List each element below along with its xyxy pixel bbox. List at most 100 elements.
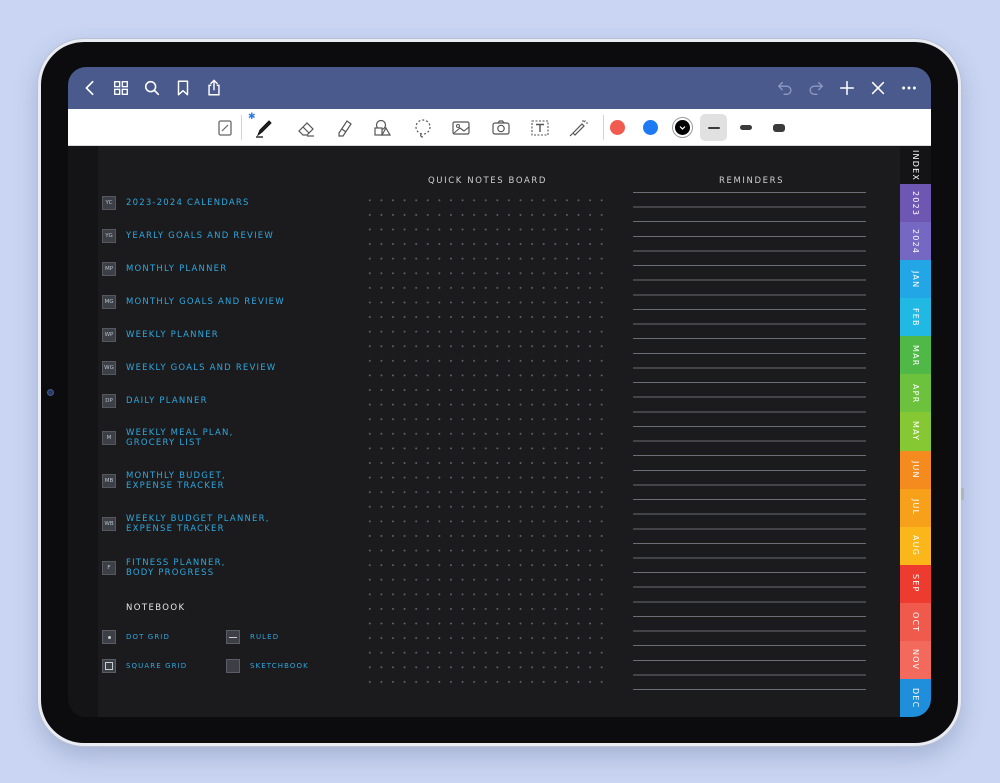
nav-label-line: EXPENSE TRACKER bbox=[126, 524, 225, 534]
nav-label: WEEKLY GOALS AND REVIEW bbox=[126, 363, 276, 373]
notebook-sketchbook-option[interactable]: SKETCHBOOK bbox=[226, 659, 309, 673]
nav-item-mg[interactable]: MG MONTHLY GOALS AND REVIEW bbox=[102, 295, 285, 309]
side-tabs: INDEX 2023 2024 JAN FEB MAR APR MAY JUN JUL AUG SEP… bbox=[900, 146, 931, 717]
nav-label-line: GROCERY LIST bbox=[126, 438, 202, 448]
nav-item-yc[interactable]: YC 2023-2024 CALENDARS bbox=[102, 196, 250, 210]
nav-label-line: YEARLY GOALS AND REVIEW bbox=[126, 231, 274, 241]
more-icon[interactable] bbox=[898, 77, 920, 99]
tab-label: JUL bbox=[911, 499, 920, 516]
nav-label-line: WEEKLY MEAL PLAN, bbox=[126, 428, 234, 438]
sketchbook-icon bbox=[226, 659, 240, 673]
nav-item-wb[interactable]: WB WEEKLY BUDGET PLANNER, EXPENSE TRACKER bbox=[102, 514, 270, 534]
nav-item-dp[interactable]: DP DAILY PLANNER bbox=[102, 394, 208, 408]
quick-notes-board-title: QUICK NOTES BOARD bbox=[428, 176, 548, 186]
nav-badge: MB bbox=[102, 474, 116, 488]
nav-label: YEARLY GOALS AND REVIEW bbox=[126, 231, 274, 241]
tab-2023[interactable]: 2023 bbox=[900, 184, 931, 223]
nav-item-mb[interactable]: MB MONTHLY BUDGET, EXPENSE TRACKER bbox=[102, 471, 226, 491]
reminders-lined-area[interactable] bbox=[633, 192, 866, 692]
stroke-thin-option[interactable] bbox=[700, 114, 727, 141]
tab-nov[interactable]: NOV bbox=[900, 640, 931, 679]
stroke-medium-option[interactable] bbox=[732, 114, 759, 141]
camera-icon[interactable] bbox=[489, 116, 513, 140]
nav-label-line: 2023-2024 CALENDARS bbox=[126, 198, 250, 208]
tab-oct[interactable]: OCT bbox=[900, 602, 931, 641]
laser-pointer-icon[interactable] bbox=[566, 116, 590, 140]
nav-label-line: DAILY PLANNER bbox=[126, 396, 208, 406]
nav-item-wp[interactable]: WP WEEKLY PLANNER bbox=[102, 328, 219, 342]
quick-notes-dot-grid[interactable] bbox=[364, 193, 604, 691]
shapes-icon[interactable] bbox=[370, 116, 394, 140]
tab-2024[interactable]: 2024 bbox=[900, 222, 931, 261]
ruled-icon bbox=[226, 630, 240, 644]
nav-label: WEEKLY PLANNER bbox=[126, 330, 219, 340]
nav-label: MONTHLY GOALS AND REVIEW bbox=[126, 297, 285, 307]
nav-badge: WB bbox=[102, 517, 116, 531]
tab-index[interactable]: INDEX bbox=[900, 146, 931, 185]
tab-mar[interactable]: MAR bbox=[900, 336, 931, 375]
plus-icon[interactable] bbox=[836, 77, 858, 99]
notebook-dot-grid-option[interactable]: DOT GRID bbox=[102, 630, 170, 644]
tab-jun[interactable]: JUN bbox=[900, 450, 931, 489]
notebook-option-label: SKETCHBOOK bbox=[250, 662, 309, 670]
tab-jul[interactable]: JUL bbox=[900, 488, 931, 527]
tab-label: INDEX bbox=[911, 149, 920, 181]
pen-icon[interactable] bbox=[252, 116, 276, 140]
undo-icon[interactable] bbox=[774, 77, 796, 99]
nav-label-line: WEEKLY GOALS AND REVIEW bbox=[126, 363, 277, 373]
nav-item-mp[interactable]: MP MONTHLY PLANNER bbox=[102, 262, 227, 276]
nav-item-f[interactable]: F FITNESS PLANNER, BODY PROGRESS bbox=[102, 558, 226, 578]
chevron-down-icon bbox=[679, 126, 686, 130]
notebook-ruled-option[interactable]: RULED bbox=[226, 630, 279, 644]
nav-badge: YC bbox=[102, 196, 116, 210]
eraser-icon[interactable] bbox=[294, 116, 318, 140]
tab-aug[interactable]: AUG bbox=[900, 526, 931, 565]
tab-feb[interactable]: FEB bbox=[900, 298, 931, 337]
color-red-swatch[interactable] bbox=[610, 120, 625, 135]
color-blue-swatch[interactable] bbox=[643, 120, 658, 135]
stroke-thick-option[interactable] bbox=[765, 114, 792, 141]
tab-dec[interactable]: DEC bbox=[900, 678, 931, 717]
highlighter-icon[interactable] bbox=[332, 116, 356, 140]
redo-icon[interactable] bbox=[805, 77, 827, 99]
nav-item-m[interactable]: M WEEKLY MEAL PLAN, GROCERY LIST bbox=[102, 428, 234, 448]
tab-label: OCT bbox=[911, 611, 920, 633]
front-camera bbox=[47, 389, 54, 396]
text-icon[interactable] bbox=[528, 116, 552, 140]
notebook-square-grid-option[interactable]: SQUARE GRID bbox=[102, 659, 187, 673]
tab-label: SEP bbox=[911, 574, 920, 594]
tab-apr[interactable]: APR bbox=[900, 374, 931, 413]
tab-label: 2024 bbox=[911, 228, 920, 254]
nav-item-wg[interactable]: WG WEEKLY GOALS AND REVIEW bbox=[102, 361, 276, 375]
side-button bbox=[961, 488, 964, 500]
tab-label: AUG bbox=[911, 535, 920, 557]
grid-icon[interactable] bbox=[110, 77, 132, 99]
notebook-option-label: SQUARE GRID bbox=[126, 662, 188, 670]
nav-label-line: BODY PROGRESS bbox=[126, 568, 215, 578]
tab-label: NOV bbox=[911, 649, 920, 671]
page-view-icon[interactable] bbox=[213, 116, 237, 140]
image-icon[interactable] bbox=[449, 116, 473, 140]
back-icon[interactable] bbox=[79, 77, 101, 99]
nav-badge: YG bbox=[102, 229, 116, 243]
nav-badge: F bbox=[102, 561, 116, 575]
nav-item-yg[interactable]: YG YEARLY GOALS AND REVIEW bbox=[102, 229, 274, 243]
lasso-icon[interactable] bbox=[411, 116, 435, 140]
tab-may[interactable]: MAY bbox=[900, 412, 931, 451]
tab-sep[interactable]: SEP bbox=[900, 564, 931, 603]
tab-label: JAN bbox=[911, 270, 920, 288]
search-icon[interactable] bbox=[141, 77, 163, 99]
nav-label: FITNESS PLANNER, BODY PROGRESS bbox=[126, 558, 226, 578]
close-icon[interactable] bbox=[867, 77, 889, 99]
tab-jan[interactable]: JAN bbox=[900, 260, 931, 299]
share-icon[interactable] bbox=[203, 77, 225, 99]
nav-badge: MP bbox=[102, 262, 116, 276]
toolbar-separator bbox=[241, 115, 242, 140]
dot-grid-icon bbox=[102, 630, 116, 644]
bookmark-icon[interactable] bbox=[172, 77, 194, 99]
nav-label-line: FITNESS PLANNER, bbox=[126, 558, 226, 568]
nav-label: DAILY PLANNER bbox=[126, 396, 208, 406]
nav-badge: DP bbox=[102, 394, 116, 408]
reminders-title: REMINDERS bbox=[719, 176, 785, 186]
color-black-swatch[interactable] bbox=[675, 120, 690, 135]
